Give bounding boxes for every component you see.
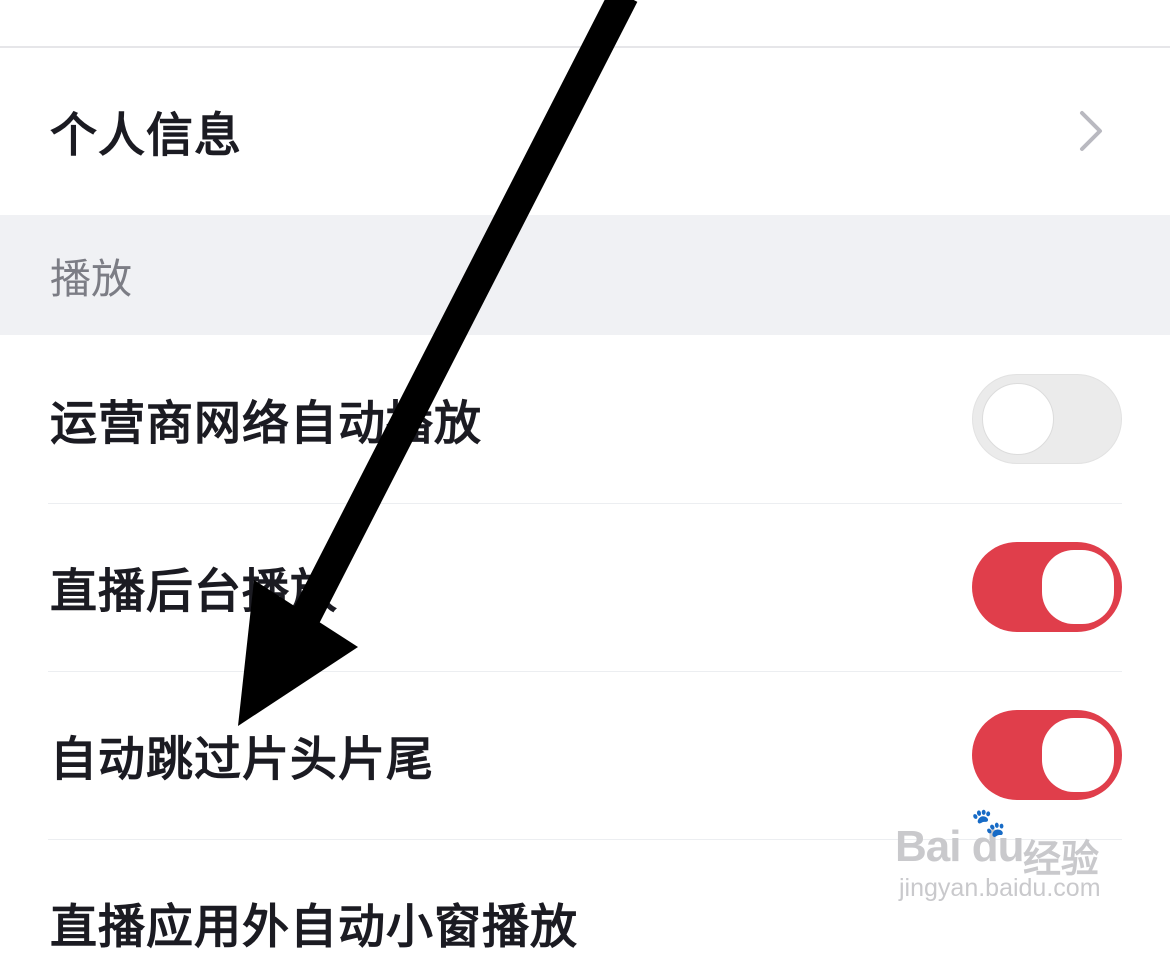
settings-row-personal-info[interactable]: 个人信息 <box>0 48 1170 214</box>
settings-row-live-background[interactable]: 直播后台播放 <box>0 504 1170 670</box>
live-background-label: 直播后台播放 <box>50 564 338 620</box>
toggle-knob <box>1042 550 1114 624</box>
skip-intro-outro-label: 自动跳过片头片尾 <box>50 732 434 788</box>
baidu-jingyan-watermark: Bai du 🐾 经验 jingyan.baidu.com <box>895 807 1110 908</box>
toggle-knob <box>982 383 1054 455</box>
watermark-url: jingyan.baidu.com <box>899 874 1101 902</box>
carrier-autoplay-toggle[interactable] <box>972 374 1122 464</box>
section-playback-label: 播放 <box>50 255 132 303</box>
paw-icon: 🐾 <box>971 807 1006 838</box>
live-background-toggle[interactable] <box>972 542 1122 632</box>
live-pip-label: 直播应用外自动小窗播放 <box>50 900 578 955</box>
skip-intro-outro-toggle[interactable] <box>972 710 1122 800</box>
settings-row-carrier-autoplay[interactable]: 运营商网络自动播放 <box>0 336 1170 502</box>
section-header-playback: 播放 <box>0 215 1170 335</box>
toggle-knob <box>1042 718 1114 792</box>
carrier-autoplay-label: 运营商网络自动播放 <box>50 396 482 452</box>
personal-info-label: 个人信息 <box>50 108 242 164</box>
chevron-right-icon <box>1080 111 1102 151</box>
